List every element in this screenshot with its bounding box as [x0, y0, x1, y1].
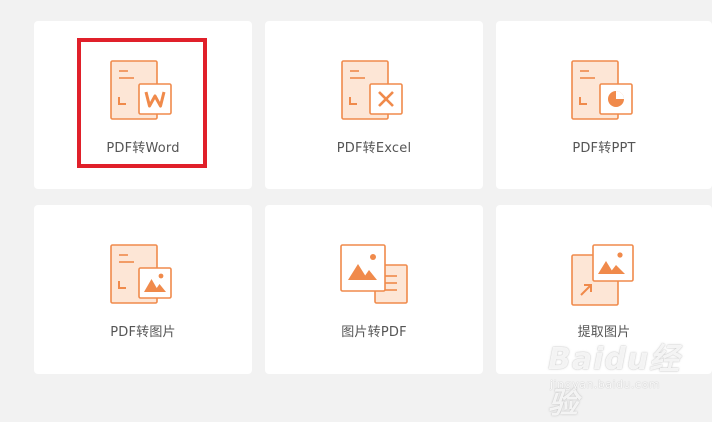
- tool-card-pdf-to-excel[interactable]: PDF转Excel: [265, 21, 483, 189]
- tool-card-pdf-to-image[interactable]: PDF转图片: [34, 205, 252, 374]
- watermark-url: jingyan.baidu.com: [550, 378, 661, 391]
- tool-label: 提取图片: [577, 325, 631, 340]
- tool-label: PDF转Word: [106, 141, 180, 156]
- image-to-pdf-icon: [340, 244, 408, 304]
- tool-card-pdf-to-word[interactable]: PDF转Word: [34, 21, 252, 189]
- tool-label: 图片转PDF: [341, 325, 407, 340]
- tool-card-pdf-to-ppt[interactable]: PDF转PPT: [496, 21, 712, 189]
- pdf-to-word-icon: [110, 60, 172, 120]
- tool-label: PDF转图片: [110, 325, 176, 340]
- pdf-to-ppt-icon: [571, 60, 633, 120]
- pdf-to-excel-icon: [341, 60, 403, 120]
- tool-label: PDF转PPT: [572, 141, 636, 156]
- extract-image-icon: [571, 244, 634, 306]
- tool-card-image-to-pdf[interactable]: 图片转PDF: [265, 205, 483, 374]
- tool-card-extract-image[interactable]: 提取图片: [496, 205, 712, 374]
- pdf-to-image-icon: [110, 244, 172, 304]
- tool-label: PDF转Excel: [336, 141, 412, 156]
